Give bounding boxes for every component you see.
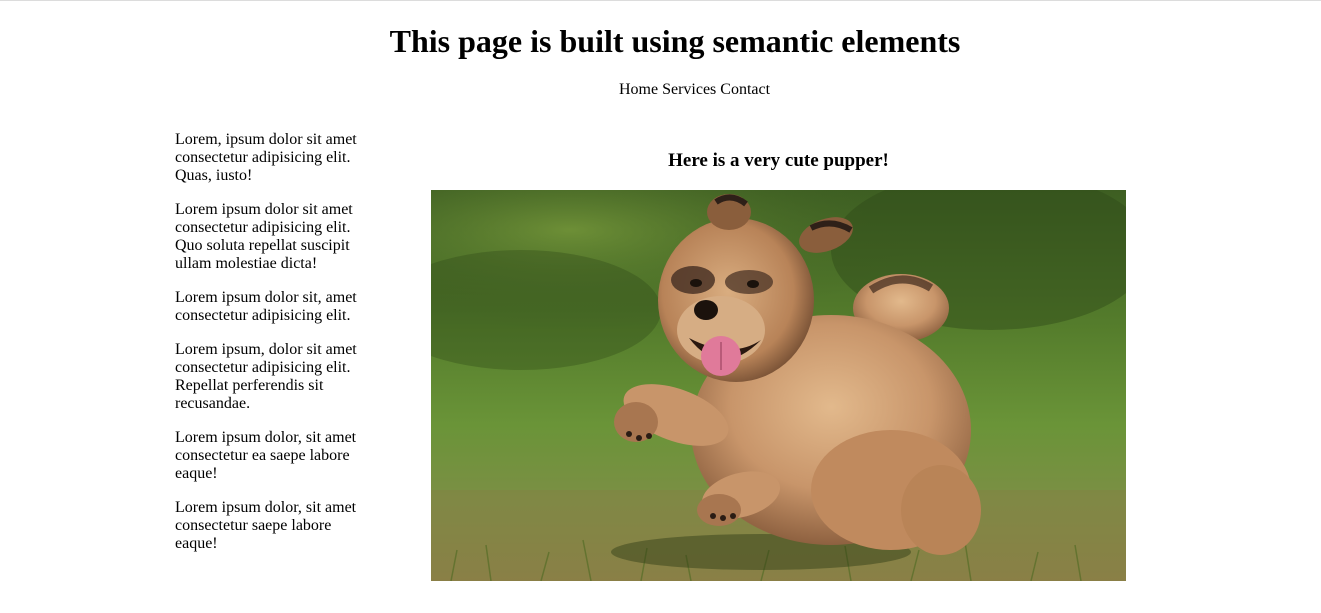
top-divider	[0, 0, 1321, 1]
sidebar-paragraph: Lorem ipsum dolor, sit amet consectetur …	[175, 499, 357, 552]
page-title: This page is built using semantic elemen…	[389, 23, 961, 59]
sidebar-paragraph: Lorem ipsum dolor sit, amet consectetur …	[175, 289, 357, 324]
main-nav: Home Services Contact	[0, 80, 1321, 100]
main-content: Here is a very cute pupper!	[431, 150, 1126, 581]
sidebar-paragraph: Lorem ipsum dolor sit amet consectetur a…	[175, 201, 353, 272]
nav-link-home[interactable]: Home	[619, 81, 658, 98]
nav-link-services[interactable]: Services	[662, 81, 716, 98]
section-heading: Here is a very cute pupper!	[668, 150, 889, 171]
sidebar-paragraph: Lorem ipsum dolor, sit amet consectetur …	[175, 429, 357, 482]
sidebar: Lorem, ipsum dolor sit amet consectetur …	[175, 131, 375, 569]
sidebar-paragraph: Lorem, ipsum dolor sit amet consectetur …	[175, 131, 357, 184]
puppy-photo	[431, 190, 1126, 581]
nav-link-contact[interactable]: Contact	[720, 81, 770, 98]
sidebar-paragraph: Lorem ipsum, dolor sit amet consectetur …	[175, 341, 357, 412]
